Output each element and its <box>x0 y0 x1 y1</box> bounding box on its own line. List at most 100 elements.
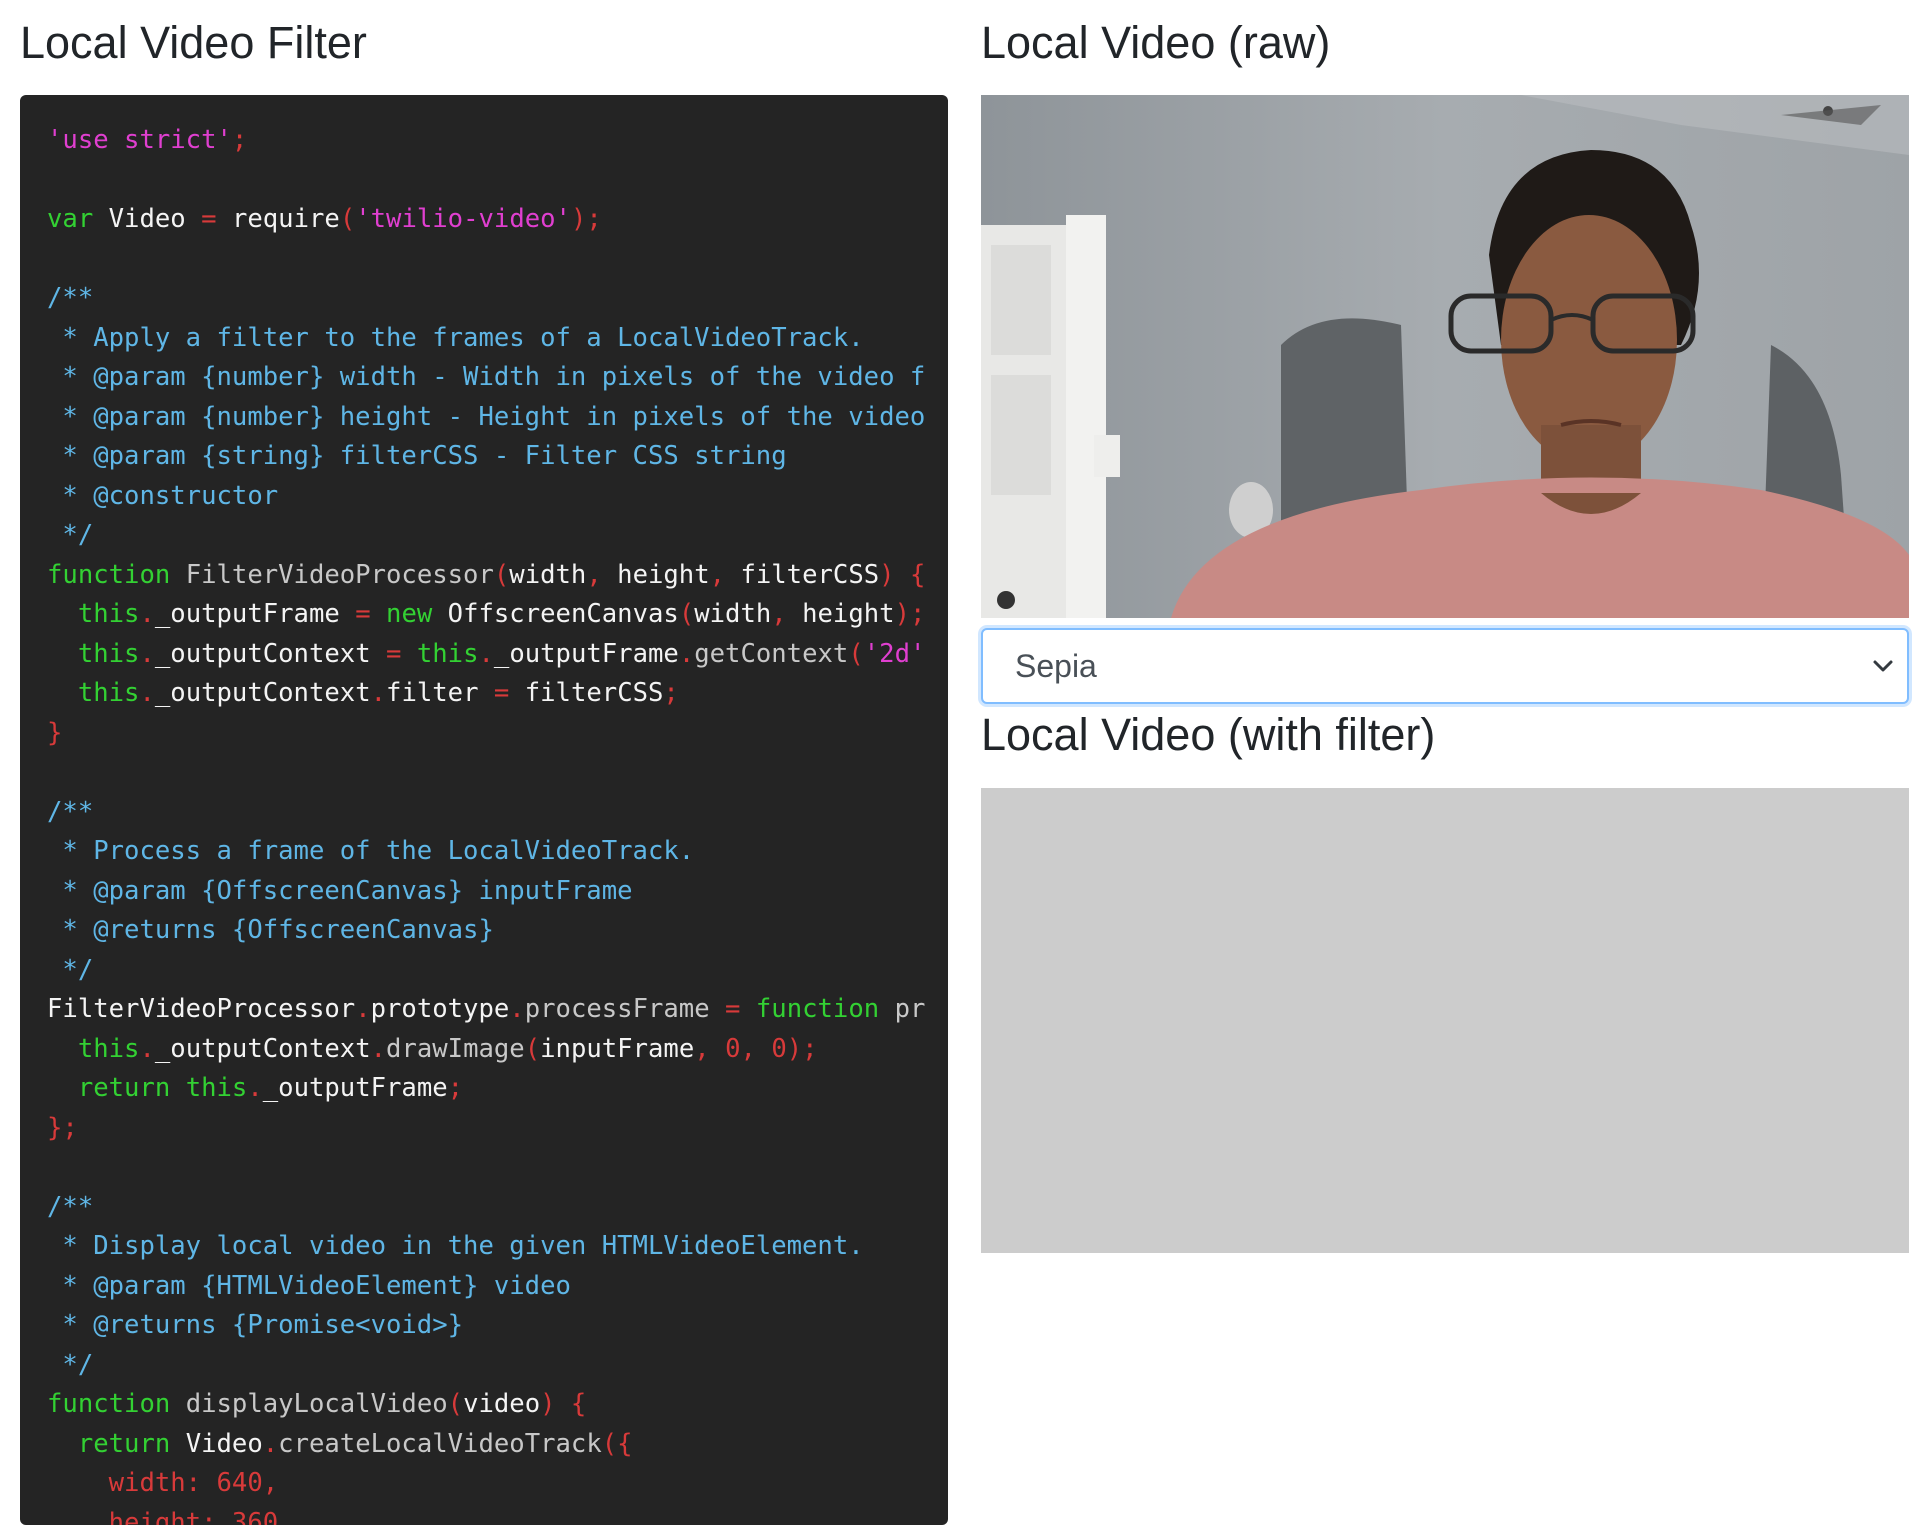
code-token: ; <box>448 1073 463 1103</box>
code-token: . <box>139 639 154 669</box>
code-token: * @constructor <box>47 481 278 511</box>
code-token: * @param {number} width - Width in pixel… <box>47 362 925 392</box>
code-text: 'use strict'; var Video = require('twili… <box>20 95 948 1525</box>
code-line: */ <box>47 1346 948 1386</box>
code-token: var <box>47 204 93 234</box>
code-line: * @param {number} width - Width in pixel… <box>47 358 948 398</box>
code-token: ); <box>571 204 602 234</box>
code-token: . <box>371 1034 386 1064</box>
code-token: , <box>694 1034 725 1064</box>
code-token: _outputFrame <box>263 1073 448 1103</box>
code-token: FilterVideoProcessor <box>47 994 355 1024</box>
code-token: drawImage <box>386 1034 525 1064</box>
code-token: ); <box>787 1034 818 1064</box>
code-token: ; <box>232 125 247 155</box>
code-line: return this._outputFrame; <box>47 1069 948 1109</box>
code-token: OffscreenCanvas <box>432 599 679 629</box>
code-line: } <box>47 714 948 754</box>
code-token: = <box>494 678 509 708</box>
code-token: this <box>47 599 139 629</box>
code-token: /** <box>47 797 93 827</box>
code-token: . <box>371 678 386 708</box>
code-token: . <box>679 639 694 669</box>
chevron-down-icon <box>1863 646 1903 686</box>
code-token: FilterVideoProcessor <box>170 560 494 590</box>
code-token: ( <box>679 599 694 629</box>
code-token: filter <box>386 678 494 708</box>
code-line <box>47 1148 948 1188</box>
code-token: new <box>371 599 433 629</box>
code-token: */ <box>47 520 93 550</box>
code-token: = <box>201 204 216 234</box>
code-token: ); <box>895 599 926 629</box>
raw-video-title: Local Video (raw) <box>981 20 1330 65</box>
code-token: * Display local video in the given HTMLV… <box>47 1231 864 1261</box>
code-line: this._outputContext.drawImage(inputFrame… <box>47 1030 948 1070</box>
code-token: width <box>509 560 586 590</box>
code-line: function FilterVideoProcessor(width, hei… <box>47 556 948 596</box>
code-token: function <box>47 1389 170 1419</box>
code-token: ( <box>848 639 863 669</box>
code-token: pr <box>879 994 925 1024</box>
code-line <box>47 240 948 280</box>
code-line: * @returns {OffscreenCanvas} <box>47 911 948 951</box>
code-token: ( <box>494 560 509 590</box>
code-token: } <box>47 718 62 748</box>
code-token: require <box>217 204 340 234</box>
code-token: , <box>586 560 617 590</box>
video-frame-image <box>981 95 1909 618</box>
filter-select[interactable]: Sepia <box>981 628 1909 704</box>
code-token: function <box>47 560 170 590</box>
code-token: displayLocalVideo <box>170 1389 447 1419</box>
code-line: /** <box>47 1188 948 1228</box>
code-line: * @param {string} filterCSS - Filter CSS… <box>47 437 948 477</box>
code-token: * @param {number} height - Height in pix… <box>47 402 925 432</box>
code-token: height <box>802 599 894 629</box>
code-line: * @param {number} height - Height in pix… <box>47 398 948 438</box>
code-line: this._outputContext = this._outputFrame.… <box>47 635 948 675</box>
code-token: . <box>139 599 154 629</box>
code-token: ( <box>448 1389 463 1419</box>
code-token: */ <box>47 955 93 985</box>
code-token: = <box>386 639 401 669</box>
code-token: this <box>47 678 139 708</box>
code-line: * Process a frame of the LocalVideoTrack… <box>47 832 948 872</box>
code-line: * @constructor <box>47 477 948 517</box>
code-token: , <box>710 560 741 590</box>
code-token: processFrame <box>525 994 725 1024</box>
code-token: _outputContext <box>155 678 371 708</box>
code-line: function displayLocalVideo(video) { <box>47 1385 948 1425</box>
code-token: . <box>478 639 493 669</box>
code-token: createLocalVideoTrack <box>278 1429 602 1459</box>
code-token: width: 640, <box>47 1468 278 1498</box>
code-line: */ <box>47 516 948 556</box>
code-token: filterCSS <box>509 678 663 708</box>
code-line <box>47 753 948 793</box>
code-token: '2d' <box>864 639 926 669</box>
code-line: * @param {HTMLVideoElement} video <box>47 1267 948 1307</box>
code-token: Video <box>170 1429 262 1459</box>
code-token: this <box>47 1034 139 1064</box>
code-token: . <box>139 678 154 708</box>
code-token: * @param {OffscreenCanvas} inputFrame <box>47 876 633 906</box>
code-line: var Video = require('twilio-video'); <box>47 200 948 240</box>
code-token: /** <box>47 1192 93 1222</box>
code-token: this <box>170 1073 247 1103</box>
code-line: height: 360 <box>47 1504 948 1525</box>
code-line: FilterVideoProcessor.prototype.processFr… <box>47 990 948 1030</box>
code-token: . <box>247 1073 262 1103</box>
code-token: ; <box>663 678 678 708</box>
code-token: height: 360 <box>47 1508 278 1525</box>
code-line: * Display local video in the given HTMLV… <box>47 1227 948 1267</box>
code-token: 0 <box>725 1034 740 1064</box>
code-token: /** <box>47 283 93 313</box>
code-token: ) { <box>879 560 925 590</box>
code-line: }; <box>47 1109 948 1149</box>
code-line: 'use strict'; <box>47 121 948 161</box>
code-token: = <box>355 599 370 629</box>
filtered-video-title: Local Video (with filter) <box>981 712 1435 757</box>
code-token: prototype <box>371 994 510 1024</box>
code-token: return <box>47 1073 170 1103</box>
code-token: filterCSS <box>740 560 879 590</box>
code-title: Local Video Filter <box>20 20 367 65</box>
